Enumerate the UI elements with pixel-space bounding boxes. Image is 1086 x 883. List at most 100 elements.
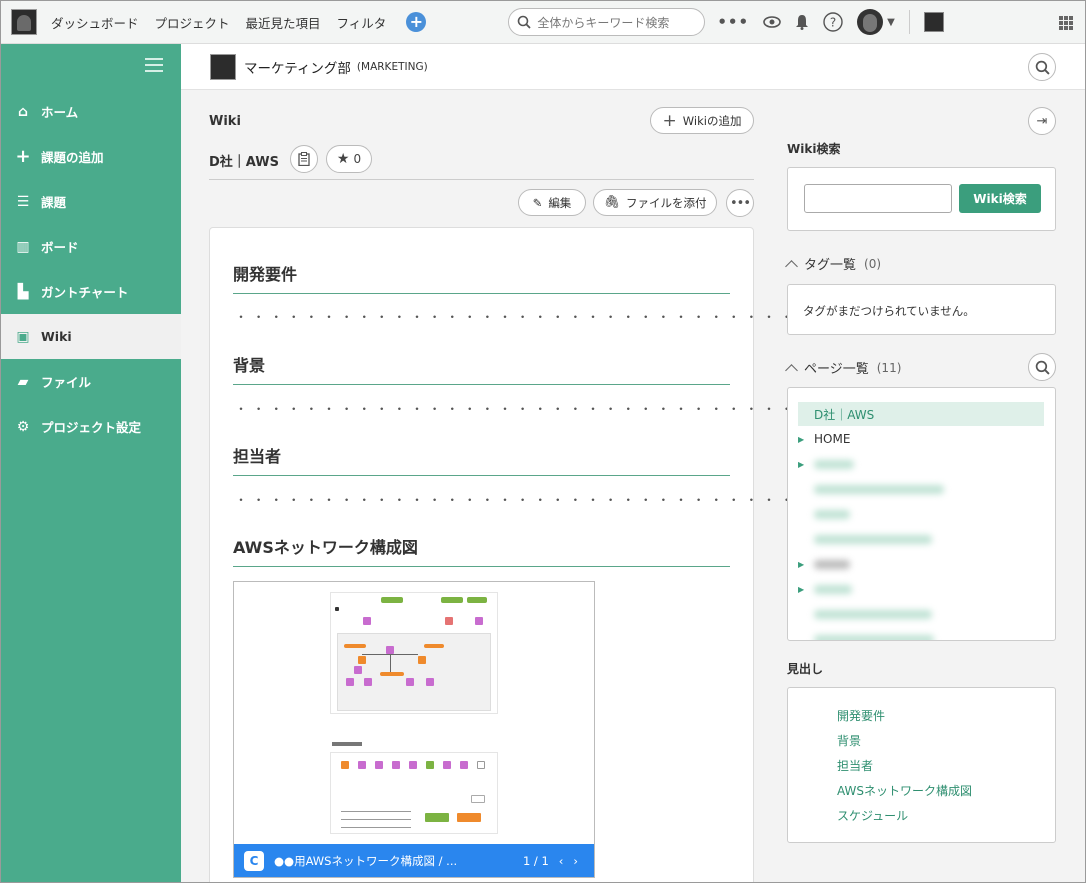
sidebar-item-label: Wiki [41, 329, 72, 344]
expand-triangle-icon[interactable]: ▶ [798, 435, 814, 444]
sidebar-item-label: ボード [41, 240, 79, 255]
collapse-arrow-icon: ⇥ [1036, 113, 1048, 129]
page-tree-item-blurred[interactable]: ▶ [798, 452, 1044, 476]
pencil-icon: ✎ [532, 195, 543, 210]
page-tree-label: HOME [814, 432, 851, 446]
svg-text:?: ? [830, 16, 836, 30]
sidebar-item-issues[interactable]: ☰ 課題 [1, 179, 181, 224]
title-divider [209, 179, 754, 180]
add-wiki-label: Wikiの追加 [682, 113, 742, 128]
sidebar-menu: ⌂ ホーム + 課題の追加 ☰ 課題 ▥ ボード ▙ ガントチャート ▣ Wik… [1, 89, 181, 449]
create-plus-icon[interactable]: + [406, 12, 427, 32]
page-tree-item-active[interactable]: D社｜AWS [798, 402, 1044, 426]
legend-thumbnail [330, 752, 498, 834]
section-body: ・・・・・・・・・・・・・・・・・・・・・・・・・・・・・・・・・・・・ [235, 310, 869, 324]
search-icon [1035, 360, 1050, 375]
cacoo-logo-icon: C [244, 850, 264, 871]
next-page-icon[interactable]: › [573, 854, 578, 868]
nav-projects[interactable]: プロジェクト [155, 13, 230, 32]
expand-triangle-icon[interactable]: ▶ [798, 585, 814, 594]
toc-item[interactable]: AWSネットワーク構成図 [837, 782, 972, 799]
more-icon[interactable]: ••• [717, 13, 749, 31]
app-grid-icon[interactable] [1059, 16, 1073, 30]
page-tree-item-blurred[interactable] [798, 477, 1044, 501]
nav-recent[interactable]: 最近見た項目 [246, 13, 321, 32]
wiki-icon: ▣ [16, 328, 30, 345]
search-icon [1035, 60, 1050, 75]
page-tree-item-blurred[interactable]: ▶ [798, 577, 1044, 601]
board-icon: ▥ [16, 238, 30, 255]
page-list-header[interactable]: ページ一覧 (11) [785, 358, 901, 377]
search-placeholder: 全体からキーワード検索 [537, 15, 670, 30]
nav-filter[interactable]: フィルタ [337, 13, 387, 32]
embedded-diagram[interactable]: C ●●用AWSネットワーク構成図 / ... 1 / 1 ‹ › [233, 581, 595, 878]
expand-triangle-icon[interactable]: ▶ [798, 460, 814, 469]
project-header: マーケティング部 (MARKETING) [181, 44, 1085, 90]
attach-file-button[interactable]: 🖇 ファイルを添付 [593, 189, 717, 216]
toc-item[interactable]: 背景 [837, 732, 861, 749]
network-diagram-thumbnail [330, 592, 498, 714]
tag-list-header[interactable]: タグ一覧 (0) [785, 254, 881, 273]
sidebar-item-add-issue[interactable]: + 課題の追加 [1, 134, 181, 179]
page-tree-item-blurred[interactable] [798, 627, 1044, 640]
sidebar-item-settings[interactable]: ⚙ プロジェクト設定 [1, 404, 181, 449]
collapse-right-panel-button[interactable]: ⇥ [1028, 107, 1056, 135]
page-tree-item-blurred[interactable] [798, 602, 1044, 626]
page-list-search-button[interactable] [1028, 353, 1056, 381]
sidebar-item-board[interactable]: ▥ ボード [1, 224, 181, 269]
sidebar-item-label: ファイル [41, 375, 92, 390]
copy-clipboard-button[interactable] [290, 145, 318, 173]
wiki-heading: Wiki [209, 114, 241, 129]
project-name[interactable]: マーケティング部 [244, 57, 351, 77]
sidebar-item-label: ガントチャート [41, 285, 129, 300]
embed-caption-bar: C ●●用AWSネットワーク構成図 / ... 1 / 1 ‹ › [234, 844, 594, 877]
tag-list-title: タグ一覧 [804, 258, 857, 273]
user-avatar[interactable] [857, 9, 884, 35]
toc-label: 見出し [787, 662, 824, 676]
project-search-button[interactable] [1028, 53, 1056, 81]
project-switch-avatar[interactable] [923, 12, 944, 32]
page-tree-item-blurred[interactable]: ▶ [798, 552, 1044, 576]
add-wiki-button[interactable]: + Wikiの追加 [650, 107, 754, 134]
page-tree-label: D社｜AWS [814, 407, 875, 422]
sidebar-item-files[interactable]: ▰ ファイル [1, 359, 181, 404]
wiki-search-button[interactable]: Wiki検索 [959, 184, 1041, 213]
watch-eye-icon[interactable] [763, 16, 781, 28]
expand-triangle-icon[interactable]: ▶ [798, 560, 814, 569]
global-search-input[interactable]: 全体からキーワード検索 [508, 8, 706, 36]
space-logo[interactable] [11, 9, 37, 35]
page-tree-item-blurred[interactable] [798, 527, 1044, 551]
toc-item[interactable]: スケジュール [837, 807, 908, 824]
chevron-up-icon [785, 259, 798, 273]
help-icon[interactable]: ? [823, 12, 843, 32]
wiki-search-label: Wiki検索 [787, 142, 841, 156]
more-actions-button[interactable]: ••• [726, 189, 754, 217]
legend-title [332, 742, 362, 746]
toc-item[interactable]: 担当者 [837, 757, 873, 774]
star-button[interactable]: ★ 0 [326, 145, 372, 173]
edit-button[interactable]: ✎ 編集 [518, 189, 586, 216]
sidebar-item-wiki[interactable]: ▣ Wiki [1, 314, 181, 359]
more-icon: ••• [729, 195, 751, 211]
notification-bell-icon[interactable] [795, 14, 809, 30]
page-tree-item-blurred[interactable] [798, 502, 1044, 526]
plus-icon: + [662, 110, 677, 131]
user-menu-caret-icon[interactable]: ▼ [887, 17, 895, 28]
prev-page-icon[interactable]: ‹ [559, 854, 564, 868]
wiki-document: 開発要件 ・・・・・・・・・・・・・・・・・・・・・・・・・・・・・・・・・・・… [209, 227, 863, 882]
section-heading: 背景 [233, 352, 730, 385]
sidebar-item-home[interactable]: ⌂ ホーム [1, 89, 181, 134]
page-list-title: ページ一覧 [804, 362, 869, 377]
folder-icon: ▰ [17, 373, 29, 390]
sidebar-toggle-icon[interactable] [145, 58, 163, 72]
star-count: 0 [353, 152, 362, 166]
sidebar-item-gantt[interactable]: ▙ ガントチャート [1, 269, 181, 314]
nav-dashboard[interactable]: ダッシュボード [51, 13, 139, 32]
embed-caption[interactable]: ●●用AWSネットワーク構成図 / ... [274, 853, 457, 869]
wiki-search-input[interactable] [804, 184, 952, 213]
header-icons: ••• ? ▼ [717, 9, 944, 35]
toc-box: 開発要件 背景 担当者 AWSネットワーク構成図 スケジュール [787, 687, 1056, 843]
toc-item[interactable]: 開発要件 [837, 707, 885, 724]
page-tree-item[interactable]: ▶ HOME [798, 427, 1044, 451]
embed-page-count: 1 / 1 [522, 853, 549, 868]
